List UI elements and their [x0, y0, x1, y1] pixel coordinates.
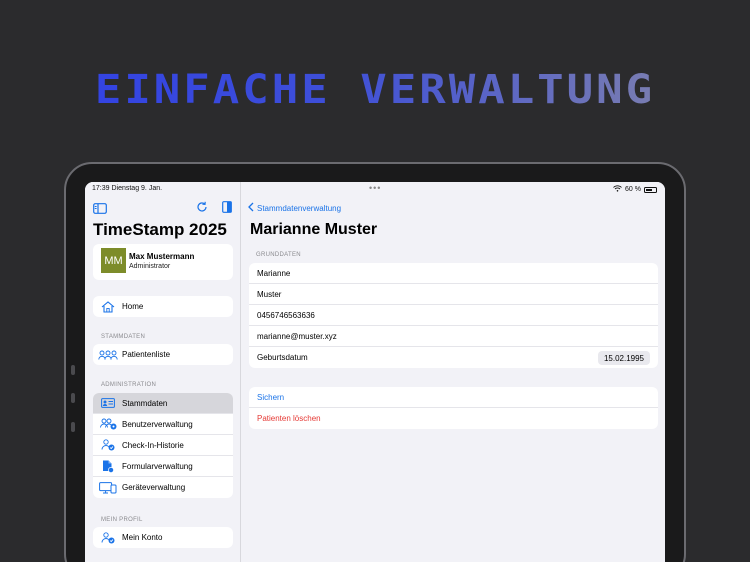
sidebar-item-label: Mein Konto: [122, 533, 163, 542]
person-check-icon: [97, 531, 119, 544]
detail-pane: Stammdatenverwaltung Marianne Muster GRU…: [242, 182, 665, 562]
back-button[interactable]: Stammdatenverwaltung: [248, 202, 341, 214]
delete-patient-button[interactable]: Patienten löschen: [249, 408, 658, 429]
sidebar-item-label: Patientenliste: [122, 350, 171, 359]
wifi-icon: [613, 185, 622, 194]
sidebar-item-label: Check-In-Historie: [122, 440, 184, 450]
refresh-icon[interactable]: [196, 200, 208, 218]
sidebar-item-formularverwaltung[interactable]: Formularverwaltung: [93, 456, 233, 477]
sidebar-item-geraeteverwaltung[interactable]: Geräteverwaltung: [93, 477, 233, 498]
person-check-icon: [97, 439, 119, 451]
actions-group: Sichern Patienten löschen: [249, 387, 658, 429]
birthdate-picker[interactable]: 15.02.1995: [597, 351, 650, 365]
home-group: Home: [93, 296, 233, 317]
email-field[interactable]: marianne@muster.xyz: [249, 326, 658, 347]
sidebar-item-home[interactable]: Home: [93, 296, 233, 317]
people-icon: [97, 350, 119, 360]
section-label-administration: ADMINISTRATION: [101, 382, 157, 388]
sidebar-item-benutzerverwaltung[interactable]: Benutzerverwaltung: [93, 414, 233, 435]
book-icon[interactable]: [222, 200, 232, 218]
sidebar: TimeStamp 2025 MM Max Mustermann Adminis…: [85, 182, 241, 562]
screen: TimeStamp 2025 MM Max Mustermann Adminis…: [85, 182, 665, 562]
house-icon: [97, 300, 119, 313]
battery-icon: [644, 186, 657, 193]
master-data-form: Marianne Muster 0456746563636 marianne@m…: [249, 263, 658, 368]
sidebar-toggle-icon[interactable]: [93, 201, 107, 219]
document-icon: [97, 460, 119, 473]
profile-group: Mein Konto: [93, 527, 233, 548]
sidebar-item-patientenliste[interactable]: Patientenliste: [93, 344, 233, 365]
sidebar-item-label: Benutzerverwaltung: [122, 419, 193, 429]
section-label-mein-profil: MEIN PROFIL: [101, 517, 143, 523]
save-button[interactable]: Sichern: [249, 387, 658, 408]
volume-button: [71, 422, 75, 432]
users-gear-icon: [97, 418, 119, 430]
birthdate-label: Geburtsdatum: [257, 353, 308, 362]
last-name-field[interactable]: Muster: [249, 284, 658, 305]
user-name: Max Mustermann: [129, 252, 195, 261]
status-right: 60 %: [613, 185, 657, 194]
avatar: MM: [101, 248, 126, 273]
section-label-stammdaten: STAMMDATEN: [101, 334, 146, 340]
chevron-left-icon: [248, 202, 254, 214]
birthdate-row: Geburtsdatum 15.02.1995: [249, 347, 658, 368]
sidebar-item-label: Formularverwaltung: [122, 461, 193, 471]
back-label: Stammdatenverwaltung: [257, 203, 342, 213]
id-card-icon: [97, 398, 119, 408]
admin-group: Stammdaten Benutzerverwaltung Check-In-H…: [93, 393, 233, 498]
volume-button: [71, 365, 75, 375]
volume-button: [71, 393, 75, 403]
battery-percent: 60 %: [625, 186, 641, 193]
sidebar-item-label: Home: [122, 302, 144, 311]
app-title: TimeStamp 2025: [93, 220, 227, 239]
sidebar-item-label: Stammdaten: [122, 398, 168, 408]
status-time: 17:39 Dienstag 9. Jan.: [92, 185, 163, 192]
sidebar-item-stammdaten[interactable]: Stammdaten: [93, 393, 233, 414]
headline: EINFACHE VERWALTUNG: [0, 67, 750, 112]
user-role: Administrator: [129, 263, 171, 270]
group-label: GRUNDDATEN: [256, 252, 301, 258]
sidebar-item-mein-konto[interactable]: Mein Konto: [93, 527, 233, 548]
first-name-field[interactable]: Marianne: [249, 263, 658, 284]
page-title: Marianne Muster: [250, 221, 378, 238]
sidebar-item-check-in-historie[interactable]: Check-In-Historie: [93, 435, 233, 456]
devices-icon: [97, 481, 119, 494]
multitasking-dots-icon[interactable]: •••: [369, 183, 381, 193]
user-card[interactable]: MM Max Mustermann Administrator: [93, 244, 233, 280]
status-bar: 17:39 Dienstag 9. Jan. ••• 60 %: [85, 182, 665, 196]
sidebar-item-label: Geräteverwaltung: [122, 483, 186, 492]
phone-field[interactable]: 0456746563636: [249, 305, 658, 326]
stammdaten-group: Patientenliste: [93, 344, 233, 365]
